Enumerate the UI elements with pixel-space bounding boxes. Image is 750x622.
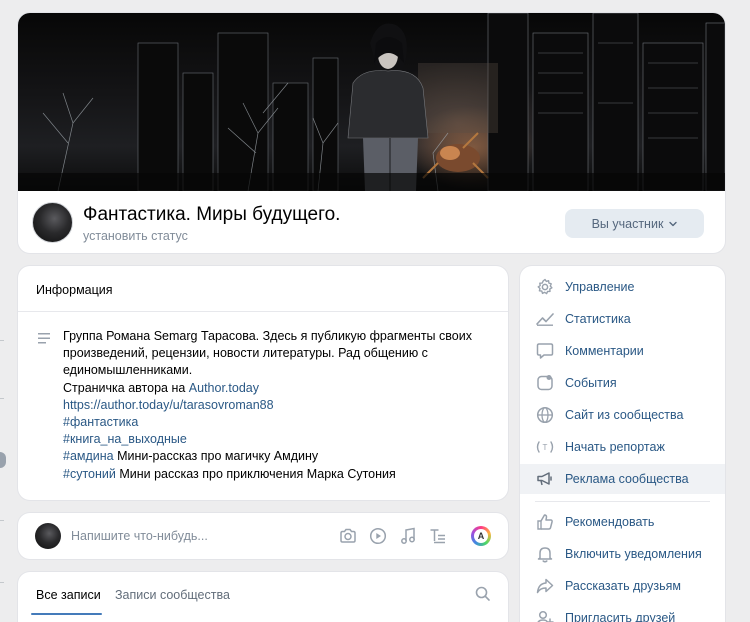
broadcast-icon: T: [535, 437, 555, 457]
menu-label: Начать репортаж: [565, 440, 665, 454]
chart-icon: [535, 309, 555, 329]
menu-label: Пригласить друзей: [565, 611, 676, 622]
menu-item-manage[interactable]: Управление: [520, 272, 725, 302]
menu-item-ads[interactable]: Реклама сообщества: [520, 464, 725, 494]
cover-art: [18, 13, 725, 191]
menu-item-notifications[interactable]: Включить уведомления: [520, 539, 725, 569]
menu-label: Статистика: [565, 312, 631, 326]
gear-icon: [535, 277, 555, 297]
set-status-link[interactable]: установить статус: [83, 229, 188, 243]
chevron-down-icon: [669, 221, 678, 227]
hashtag-fantastika[interactable]: #фантастика: [63, 415, 138, 429]
post-composer: Напишите что-нибудь... A: [18, 513, 508, 559]
menu-label: Реклама сообщества: [565, 472, 689, 486]
edge-mark: [0, 398, 4, 399]
tab-community-posts[interactable]: Записи сообщества: [115, 588, 230, 602]
bell-icon: [535, 544, 555, 564]
group-description: Группа Романа Semarg Тарасова. Здесь я п…: [63, 328, 473, 483]
camera-icon[interactable]: [338, 526, 358, 546]
menu-label: Включить уведомления: [565, 547, 702, 561]
group-avatar[interactable]: [32, 202, 73, 243]
description-text: Группа Романа Semarg Тарасова. Здесь я п…: [63, 329, 472, 378]
menu-label: События: [565, 376, 617, 390]
user-avatar: [35, 523, 61, 549]
event-icon: [535, 373, 555, 393]
hashtag-amdina-text: Мини-рассказ про магичку Амдину: [113, 449, 319, 464]
member-button-label: Вы участник: [591, 216, 664, 231]
menu-item-recommend[interactable]: Рекомендовать: [520, 507, 725, 537]
info-card: Информация Группа Романа Semarg Тарасова…: [18, 266, 508, 500]
side-scroll-handle[interactable]: [0, 452, 6, 468]
edge-mark: [0, 340, 4, 341]
author-line: Страничка автора на Author.today: [63, 380, 473, 397]
post-tools: [338, 526, 448, 546]
edge-mark: [0, 520, 4, 521]
menu-divider: [535, 501, 710, 502]
hashtag-sutoniy[interactable]: #сутоний: [63, 467, 116, 481]
hashtag-amdina[interactable]: #амдина: [63, 449, 114, 463]
menu-item-share[interactable]: Рассказать друзьям: [520, 571, 725, 601]
search-icon[interactable]: [475, 586, 491, 605]
menu-label: Управление: [565, 280, 635, 294]
menu-item-stats[interactable]: Статистика: [520, 304, 725, 334]
author-today-link[interactable]: Author.today: [189, 381, 259, 395]
author-prefix: Страничка автора на: [63, 380, 189, 395]
menu-item-broadcast[interactable]: T Начать репортаж: [520, 432, 725, 462]
info-body: Группа Романа Semarg Тарасова. Здесь я п…: [18, 312, 508, 483]
group-header-card: Фантастика. Миры будущего. установить ст…: [18, 13, 725, 253]
community-menu: Управление Статистика Комментарии Событи…: [520, 266, 725, 622]
menu-label: Рассказать друзьям: [565, 579, 682, 593]
info-header: Информация: [18, 266, 508, 312]
wall-tabs: Все записи Записи сообщества: [18, 572, 508, 622]
ai-assistant-icon[interactable]: A: [471, 526, 491, 546]
video-icon[interactable]: [368, 526, 388, 546]
like-icon: [535, 512, 555, 532]
add-user-icon: [535, 608, 555, 622]
music-icon[interactable]: [398, 526, 418, 546]
group-title: Фантастика. Миры будущего.: [83, 204, 341, 225]
hashtag-sutoniy-text: Мини рассказ про приключения Марка Сутон…: [115, 466, 396, 481]
group-info-bar: Фантастика. Миры будущего. установить ст…: [18, 191, 725, 253]
menu-item-events[interactable]: События: [520, 368, 725, 398]
article-icon[interactable]: [428, 526, 448, 546]
author-url-link[interactable]: https://author.today/u/tarasovroman88: [63, 398, 274, 412]
svg-text:T: T: [543, 443, 548, 452]
menu-item-comments[interactable]: Комментарии: [520, 336, 725, 366]
post-input[interactable]: Напишите что-нибудь...: [71, 529, 208, 543]
description-lines-icon: [38, 333, 50, 344]
menu-item-site[interactable]: Сайт из сообщества: [520, 400, 725, 430]
tab-all-posts[interactable]: Все записи: [36, 588, 101, 602]
menu-item-invite[interactable]: Пригласить друзей: [520, 603, 725, 622]
megaphone-icon: [535, 469, 555, 489]
menu-label: Комментарии: [565, 344, 644, 358]
globe-icon: [535, 405, 555, 425]
menu-label: Рекомендовать: [565, 515, 655, 529]
share-icon: [535, 576, 555, 596]
hashtag-kniga[interactable]: #книга_на_выходные: [63, 432, 187, 446]
cover-image: [18, 13, 725, 191]
active-tab-indicator: [31, 613, 102, 615]
member-button[interactable]: Вы участник: [565, 209, 704, 238]
menu-label: Сайт из сообщества: [565, 408, 684, 422]
edge-mark: [0, 582, 4, 583]
comment-icon: [535, 341, 555, 361]
